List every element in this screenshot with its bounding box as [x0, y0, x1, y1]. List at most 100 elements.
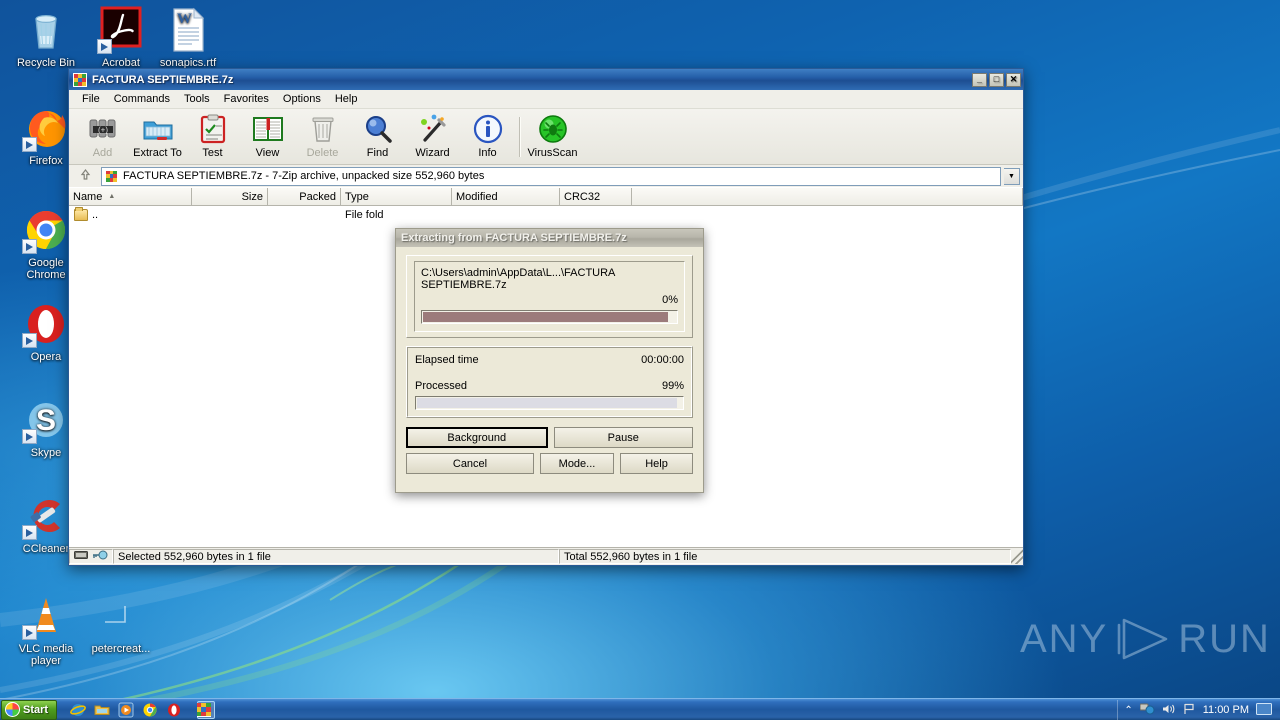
toolbar-button-view[interactable]: View — [240, 111, 295, 163]
column-header-modified[interactable]: Modified — [452, 188, 560, 206]
quick-launch-media-player[interactable] — [117, 701, 135, 719]
menu-item-options[interactable]: Options — [276, 91, 328, 107]
wizard-icon — [417, 113, 449, 145]
minimize-button[interactable]: _ — [972, 72, 987, 87]
archive-status-icon — [74, 550, 88, 563]
address-field[interactable]: FACTURA SEPTIEMBRE.7z - 7-Zip archive, u… — [101, 166, 1001, 186]
toolbar-button-test[interactable]: Test — [185, 111, 240, 163]
toolbar-button-add[interactable]: (+) Add — [75, 111, 130, 163]
toolbar-label: Add — [92, 146, 113, 159]
vlc-icon — [22, 592, 70, 640]
extracting-progress-dialog: Extracting from FACTURA SEPTIEMBRE.7z C:… — [395, 228, 704, 493]
quick-launch-windows-explorer[interactable] — [93, 701, 111, 719]
menu-item-file[interactable]: File — [75, 91, 107, 107]
windows-orb-icon — [5, 702, 20, 717]
shortcut-overlay-icon — [22, 239, 37, 254]
taskbar-clock[interactable]: 11:00 PM — [1203, 704, 1249, 716]
status-selected: Selected 552,960 bytes in 1 file — [113, 549, 559, 564]
toolbar-button-virusscan[interactable]: VirusScan — [525, 111, 580, 163]
show-hidden-icons-icon[interactable]: ⌃ — [1124, 705, 1132, 716]
quick-launch-internet-explorer[interactable] — [69, 701, 87, 719]
menu-item-help[interactable]: Help — [328, 91, 365, 107]
table-row[interactable]: .. File fold — [69, 206, 1023, 223]
skype-icon: S — [22, 396, 70, 444]
toolbar-button-wizard[interactable]: Wizard — [405, 111, 460, 163]
cancel-button[interactable]: Cancel — [406, 453, 534, 474]
quick-launch-chrome[interactable] — [141, 701, 159, 719]
key-status-icon — [92, 550, 108, 563]
toolbar-button-delete[interactable]: Delete — [295, 111, 350, 163]
maximize-button[interactable]: □ — [989, 72, 1004, 87]
volume-icon[interactable] — [1162, 703, 1176, 718]
desktop-icon-vlc-media-player[interactable]: VLC media player — [8, 592, 84, 667]
toolbar-separator — [519, 116, 521, 157]
column-header-size[interactable]: Size — [192, 188, 268, 206]
resize-grip[interactable] — [1011, 549, 1023, 564]
show-desktop-button[interactable] — [1256, 702, 1272, 718]
address-dropdown-button[interactable]: ▼ — [1004, 167, 1020, 185]
start-button[interactable]: Start — [1, 699, 58, 720]
desktop-icon-petercreat[interactable]: petercreat... — [83, 592, 159, 655]
menu-item-commands[interactable]: Commands — [107, 91, 177, 107]
column-label: Modified — [456, 190, 498, 203]
recycle-bin-icon — [22, 6, 70, 54]
dialog-titlebar[interactable]: Extracting from FACTURA SEPTIEMBRE.7z — [396, 229, 703, 247]
action-center-flag-icon[interactable] — [1183, 703, 1196, 718]
desktop-icon-label: petercreat... — [91, 643, 151, 655]
shortcut-overlay-icon — [22, 429, 37, 444]
background-button[interactable]: Background — [406, 427, 548, 448]
up-arrow-icon — [79, 168, 92, 184]
ccleaner-icon — [22, 492, 70, 540]
file-progress-group: C:\Users\admin\AppData\L...\FACTURA SEPT… — [406, 255, 693, 338]
info-icon — [472, 113, 504, 145]
svg-text:(+): (+) — [98, 125, 108, 134]
column-label: Name — [73, 190, 103, 203]
desktop-icon-acrobat[interactable]: Acrobat — [83, 6, 159, 69]
desktop-icon-sonapics-rtf[interactable]: W sonapics.rtf — [150, 6, 226, 69]
view-file-icon — [252, 113, 284, 145]
svg-text:S: S — [36, 404, 56, 437]
chevron-down-icon: ▼ — [1008, 172, 1015, 180]
window-titlebar[interactable]: FACTURA SEPTIEMBRE.7z _ □ ✕ — [69, 69, 1023, 90]
quick-launch-opera[interactable] — [165, 701, 183, 719]
toolbar-button-info[interactable]: Info — [460, 111, 515, 163]
rtf-document-icon: W — [164, 6, 212, 54]
menu-bar: File Commands Tools Favorites Options He… — [69, 90, 1023, 109]
column-label: Type — [345, 190, 369, 203]
shortcut-overlay-icon — [22, 525, 37, 540]
toolbar-button-find[interactable]: Find — [350, 111, 405, 163]
system-tray: ⌃ 11:00 PM — [1117, 700, 1278, 720]
toolbar-button-extract-to[interactable]: Extract To — [130, 111, 185, 163]
anyrun-play-icon — [1116, 616, 1170, 662]
generic-file-icon — [97, 592, 145, 640]
pause-button[interactable]: Pause — [553, 427, 693, 448]
column-header-packed[interactable]: Packed — [268, 188, 341, 206]
test-archive-icon — [197, 113, 229, 145]
processed-percent: 99% — [661, 380, 684, 392]
column-header-filler — [632, 188, 1023, 206]
menu-item-favorites[interactable]: Favorites — [217, 91, 276, 107]
shortcut-overlay-icon — [22, 333, 37, 348]
file-progress-bar — [421, 310, 678, 324]
close-button[interactable]: ✕ — [1006, 72, 1021, 87]
column-header-name[interactable]: Name ▲ — [69, 188, 192, 206]
mode-button[interactable]: Mode... — [540, 453, 614, 474]
menu-item-tools[interactable]: Tools — [177, 91, 217, 107]
column-header-crc32[interactable]: CRC32 — [560, 188, 632, 206]
sort-ascending-icon: ▲ — [108, 193, 116, 200]
help-button[interactable]: Help — [620, 453, 693, 474]
adobe-acrobat-icon — [97, 6, 145, 54]
cell-name: .. — [92, 208, 99, 221]
up-one-level-button[interactable] — [72, 166, 98, 186]
folder-icon — [74, 206, 88, 221]
7zip-icon — [105, 169, 118, 183]
taskbar-button-7zip[interactable] — [196, 700, 216, 719]
column-header-type[interactable]: Type — [341, 188, 452, 206]
desktop-icon-recycle-bin[interactable]: Recycle Bin — [8, 6, 84, 69]
network-icon[interactable] — [1139, 702, 1155, 718]
svg-text:W: W — [177, 11, 192, 27]
processed-progress-bar — [415, 396, 684, 410]
firefox-icon — [22, 104, 70, 152]
stats-group: Elapsed time 00:00:00 Processed 99% — [406, 346, 693, 418]
watermark-left-text: ANY — [1020, 616, 1109, 661]
